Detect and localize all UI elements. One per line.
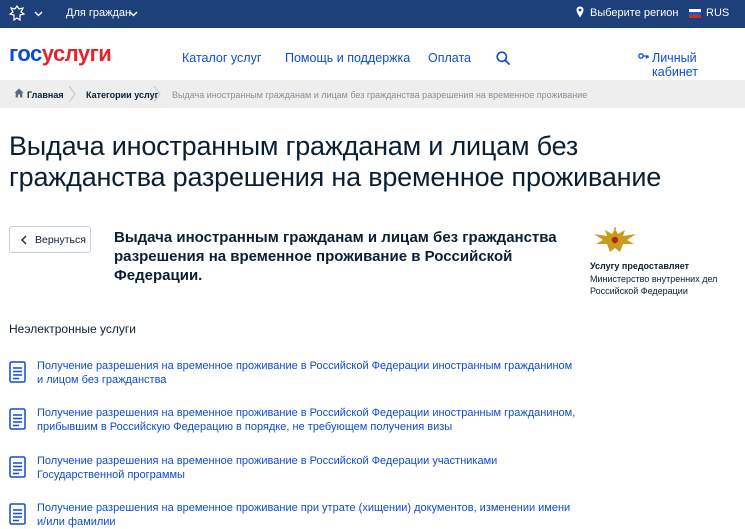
back-button-label: Вернуться: [35, 234, 86, 246]
main-header: госуслуги Каталог услуг Помощь и поддерж…: [0, 28, 745, 80]
provider-name: Министерство внутренних дел Российской Ф…: [590, 274, 718, 296]
mvd-emblem-icon: [594, 226, 636, 252]
breadcrumb-separator: [68, 86, 76, 102]
service-link[interactable]: Получение разрешения на временное прожив…: [37, 406, 577, 434]
document-icon: [9, 408, 26, 430]
provider-label: Услугу предоставляет: [590, 261, 690, 271]
document-icon: [9, 456, 26, 478]
service-title: Выдача иностранным гражданам и лицам без…: [114, 229, 557, 284]
emblem-icon[interactable]: [9, 5, 25, 22]
service-link[interactable]: Получение разрешения на временное прожив…: [37, 454, 577, 482]
document-icon: [9, 503, 26, 525]
service-link[interactable]: Получение разрешения на временное прожив…: [37, 501, 577, 529]
service-list-item[interactable]: Получение разрешения на временное прожив…: [9, 454, 589, 494]
service-list-item[interactable]: Получение разрешения на временное прожив…: [9, 359, 589, 399]
document-icon: [9, 361, 26, 383]
location-pin-icon[interactable]: [576, 6, 584, 18]
gosuslugi-logo[interactable]: госуслуги: [9, 41, 112, 67]
key-icon[interactable]: [638, 53, 649, 62]
page-title: Выдача иностранным гражданам и лицам без…: [9, 131, 662, 192]
region-selector[interactable]: Выберите регион: [590, 7, 678, 19]
nav-payment[interactable]: Оплата: [428, 51, 471, 65]
service-list-item[interactable]: Получение разрешения на временное прожив…: [9, 406, 589, 446]
breadcrumb-home[interactable]: Главная: [27, 90, 64, 100]
flag-icon: [689, 9, 701, 18]
breadcrumb-separator: [153, 86, 161, 102]
arrow-left-icon: [21, 235, 27, 245]
breadcrumb-current: Выдача иностранным гражданам и лицам без…: [172, 90, 588, 100]
chevron-down-icon[interactable]: [34, 11, 43, 17]
personal-cabinet-link[interactable]: Личный кабинет: [652, 51, 745, 79]
for-citizens-menu[interactable]: Для граждан: [66, 7, 131, 19]
chevron-down-icon[interactable]: [129, 11, 138, 17]
home-icon[interactable]: [14, 88, 24, 98]
breadcrumb: Главная Категории услуг Выдача иностранн…: [0, 80, 745, 108]
nav-help[interactable]: Помощь и поддержка: [285, 51, 410, 65]
search-icon[interactable]: [496, 51, 510, 65]
section-title: Неэлектронные услуги: [9, 322, 136, 336]
top-bar: Для граждан Выберите регион RUS: [0, 0, 745, 28]
breadcrumb-categories[interactable]: Категории услуг: [86, 90, 158, 100]
service-list-item[interactable]: Получение разрешения на временное прожив…: [9, 501, 589, 529]
service-link[interactable]: Получение разрешения на временное прожив…: [37, 359, 577, 387]
language-selector[interactable]: RUS: [706, 7, 729, 19]
nav-catalog[interactable]: Каталог услуг: [182, 51, 261, 65]
back-button[interactable]: Вернуться: [9, 226, 91, 253]
